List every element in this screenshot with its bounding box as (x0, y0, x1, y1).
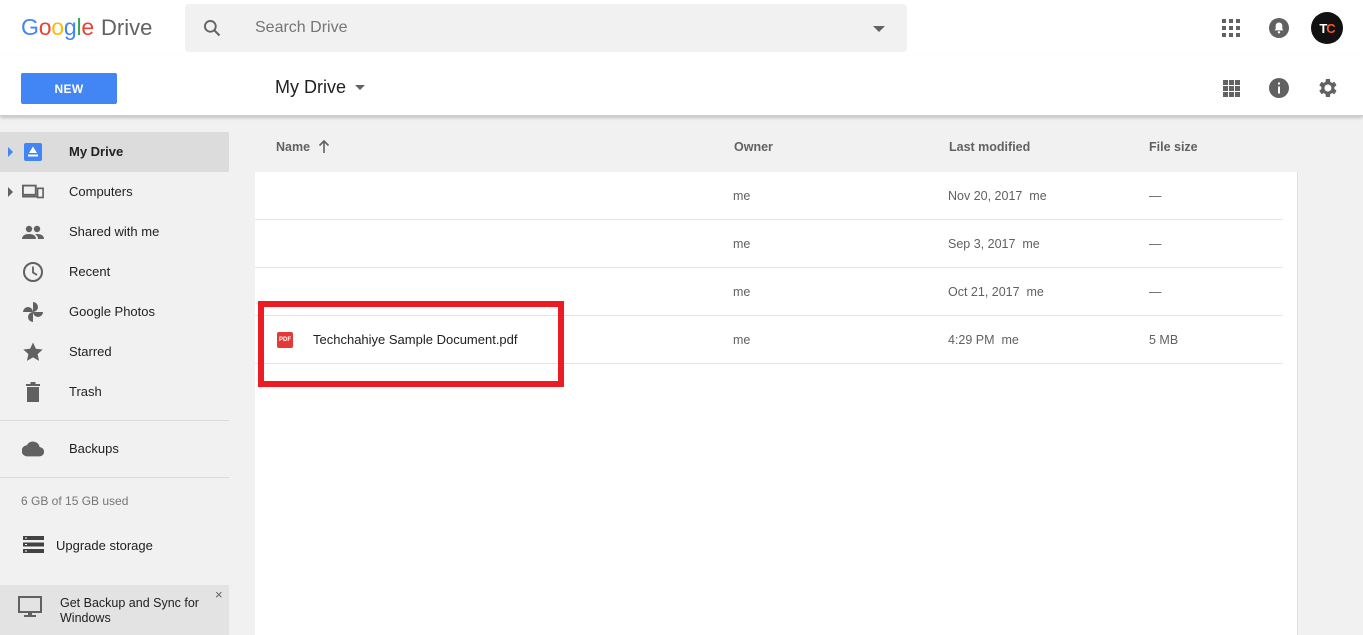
sidebar-item-my-drive[interactable]: My Drive (0, 132, 229, 172)
google-wordmark: Google (21, 14, 94, 40)
drive-icon (22, 141, 44, 163)
people-icon (22, 221, 44, 243)
sidebar-item-google-photos[interactable]: Google Photos (0, 292, 229, 332)
expand-arrow-icon[interactable] (8, 147, 13, 157)
sidebar-divider (0, 477, 229, 478)
file-size: — (1149, 237, 1162, 251)
computers-icon (22, 181, 44, 203)
table-row[interactable]: me Oct 21, 2017 me — (255, 268, 1283, 316)
file-last-modified: Nov 20, 2017 me (948, 189, 1047, 203)
search-icon[interactable] (202, 18, 222, 38)
file-list-panel: me Nov 20, 2017 me — me Sep 3, 2017 me —… (255, 172, 1298, 635)
trash-icon (22, 381, 44, 403)
apps-grid-icon[interactable] (1221, 18, 1241, 38)
file-last-modified: 4:29 PM me (948, 333, 1019, 347)
chevron-down-icon (355, 85, 365, 90)
info-icon[interactable] (1268, 77, 1290, 99)
avatar-initial-c: C (1326, 20, 1335, 36)
pdf-file-icon: PDF (277, 332, 293, 348)
sidebar-divider (0, 420, 229, 421)
sidebar-item-recent[interactable]: Recent (0, 252, 229, 292)
google-drive-logo[interactable]: Google Drive (21, 14, 152, 42)
sidebar-item-label: Shared with me (69, 224, 160, 239)
column-header-file-size[interactable]: File size (1149, 140, 1198, 154)
backup-sync-promo[interactable]: Get Backup and Sync for Windows × (0, 585, 229, 635)
grid-view-icon[interactable] (1223, 80, 1240, 97)
column-header-last-modified[interactable]: Last modified (949, 140, 1030, 154)
storage-stack-icon (23, 536, 44, 553)
sidebar-item-starred[interactable]: Starred (0, 332, 229, 372)
new-button[interactable]: NEW (21, 73, 117, 104)
drive-wordmark: Drive (101, 15, 153, 40)
sidebar-item-label: Trash (69, 384, 102, 399)
account-avatar[interactable]: TC (1311, 12, 1343, 44)
sidebar-item-computers[interactable]: Computers (0, 172, 229, 212)
column-header-label: Name (276, 140, 311, 154)
sidebar-item-trash[interactable]: Trash (0, 372, 229, 412)
location-title: My Drive (275, 77, 346, 97)
table-row[interactable]: PDF Techchahiye Sample Document.pdf me 4… (255, 316, 1283, 364)
table-row[interactable]: me Nov 20, 2017 me — (255, 172, 1283, 220)
notifications-bell-icon[interactable] (1268, 17, 1290, 39)
top-bar: Google Drive TC (0, 0, 1363, 56)
drive-toolbar: NEW My Drive (0, 56, 1363, 116)
file-owner: me (733, 189, 751, 203)
table-row[interactable]: me Sep 3, 2017 me — (255, 220, 1283, 268)
column-header-owner[interactable]: Owner (734, 140, 773, 154)
backup-sync-text: Get Backup and Sync for Windows (60, 596, 199, 625)
sidebar-item-label: Google Photos (69, 304, 156, 319)
file-owner: me (733, 333, 751, 347)
location-dropdown[interactable]: My Drive (275, 77, 365, 98)
storage-usage-text: 6 GB of 15 GB used (21, 494, 129, 508)
cloud-icon (22, 438, 44, 460)
file-last-modified: Oct 21, 2017 me (948, 285, 1044, 299)
file-name[interactable]: Techchahiye Sample Document.pdf (313, 332, 518, 347)
search-options-dropdown-icon[interactable] (873, 26, 885, 32)
file-size: — (1149, 189, 1162, 203)
sidebar: My Drive Computers Shared with me Recent… (0, 116, 255, 635)
avatar-initial-t: T (1319, 20, 1327, 36)
column-header-name[interactable]: Name (276, 140, 330, 154)
monitor-icon (18, 596, 42, 617)
sidebar-item-label: Backups (69, 441, 119, 456)
sidebar-item-label: My Drive (69, 144, 124, 159)
expand-arrow-icon[interactable] (8, 187, 13, 197)
close-icon[interactable]: × (215, 587, 223, 602)
clock-icon (22, 261, 44, 283)
file-list-area: Name Owner Last modified File size me No… (255, 116, 1363, 635)
star-icon (22, 341, 44, 363)
settings-gear-icon[interactable] (1315, 76, 1339, 100)
photos-pinwheel-icon (22, 301, 44, 323)
sidebar-item-shared-with-me[interactable]: Shared with me (0, 212, 229, 252)
search-input[interactable] (255, 16, 855, 40)
sidebar-item-backups[interactable]: Backups (0, 429, 229, 469)
file-size: 5 MB (1149, 333, 1179, 347)
file-owner: me (733, 237, 751, 251)
file-last-modified: Sep 3, 2017 me (948, 237, 1040, 251)
sidebar-item-label: Computers (69, 184, 133, 199)
sidebar-item-label: Recent (69, 264, 111, 279)
search-bar[interactable] (185, 4, 907, 52)
sort-ascending-arrow-icon[interactable] (318, 140, 330, 154)
file-size: — (1149, 285, 1162, 299)
upgrade-storage-link[interactable]: Upgrade storage (0, 529, 229, 559)
file-owner: me (733, 285, 751, 299)
upgrade-storage-label: Upgrade storage (56, 538, 153, 553)
sidebar-item-label: Starred (69, 344, 112, 359)
